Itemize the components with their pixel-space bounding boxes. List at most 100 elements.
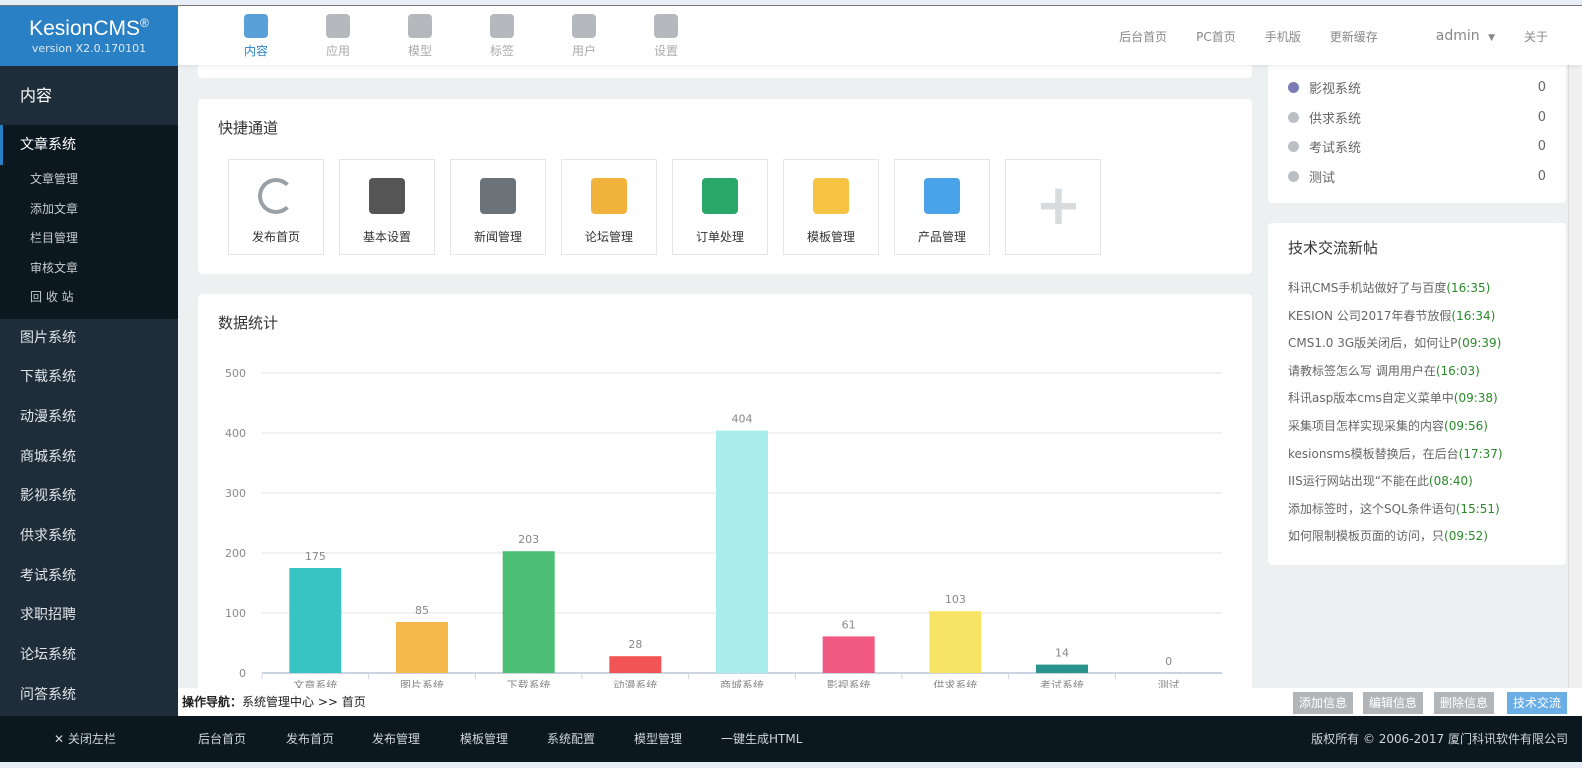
- sidebar-subitem[interactable]: 添加文章: [0, 195, 178, 225]
- bar: [502, 551, 555, 673]
- bar: [929, 611, 982, 673]
- sidebar-item-system[interactable]: 图片系统: [0, 319, 178, 359]
- quick-item[interactable]: 基本设置: [339, 159, 435, 255]
- bar: [716, 430, 768, 673]
- gear-icon: [654, 14, 678, 38]
- tab-gear[interactable]: 设置: [625, 6, 707, 59]
- sidebar-subitem[interactable]: 回 收 站: [0, 283, 178, 313]
- quick-item[interactable]: 新闻管理: [450, 159, 546, 255]
- tab-apps[interactable]: 应用: [297, 6, 379, 59]
- post-link[interactable]: 采集项目怎样实现采集的内容(09:56): [1288, 417, 1546, 445]
- newspaper-icon: [480, 178, 516, 214]
- sidebar-item-system[interactable]: 下载系统: [0, 358, 178, 398]
- tab-label: 内容: [243, 44, 268, 58]
- bar: [609, 656, 662, 673]
- system-name: 考试系统: [1309, 141, 1362, 157]
- post-link[interactable]: IIS运行网站出现“不能在此(08:40): [1288, 472, 1546, 500]
- sidebar-item-system[interactable]: 商城系统: [0, 438, 178, 478]
- x-tick-label: 考试系统: [1040, 679, 1084, 688]
- y-tick-label: 300: [225, 487, 246, 500]
- system-count-row: 供求系统 0: [1288, 103, 1546, 133]
- footer-link[interactable]: 模板管理: [460, 716, 508, 762]
- link-update-cache[interactable]: 更新缓存: [1330, 28, 1378, 45]
- post-time: (09:38): [1453, 391, 1498, 406]
- link-about[interactable]: 关于: [1524, 28, 1548, 45]
- link-mobile[interactable]: 手机版: [1265, 28, 1301, 45]
- quick-item[interactable]: +: [1005, 159, 1101, 255]
- sidebar: 内容 文章系统 文章管理 添加文章 栏目管理 审核文章回 收 站 图片系统 下载系统 动漫…: [0, 65, 178, 718]
- tab-label: 用户: [571, 44, 596, 58]
- tab-inbox[interactable]: 内容: [215, 6, 297, 59]
- post-time: (09:56): [1444, 418, 1488, 433]
- system-count: 0: [1537, 139, 1546, 155]
- posts-title: 技术交流新帖: [1288, 239, 1379, 257]
- sidebar-subitem[interactable]: 栏目管理: [0, 224, 178, 254]
- quick-item[interactable]: 论坛管理: [561, 159, 657, 255]
- sidebar-item-system[interactable]: 动漫系统: [0, 398, 178, 438]
- post-link[interactable]: 如何限制模板页面的访问，只(09:52): [1288, 527, 1546, 555]
- quick-item[interactable]: 订单处理: [672, 159, 768, 255]
- add-info-button[interactable]: 添加信息: [1293, 692, 1354, 714]
- link-pc-home[interactable]: PC首页: [1196, 28, 1236, 45]
- close-sidebar-button[interactable]: ✕ 关闭左栏: [54, 716, 116, 762]
- user-icon: [572, 14, 596, 38]
- tech-exchange-button[interactable]: 技术交流: [1507, 692, 1568, 714]
- data-label: 404: [732, 413, 753, 426]
- sidebar-item-system[interactable]: 供求系统: [0, 517, 178, 557]
- caret-down-icon: ▼: [1488, 33, 1495, 43]
- sidebar-item-article-system[interactable]: 文章系统: [0, 125, 178, 165]
- data-label: 28: [628, 638, 642, 651]
- post-link[interactable]: CMS1.0 3G版关闭后，如何让P(09:39): [1288, 334, 1546, 362]
- sidebar-item-system[interactable]: 求职招聘: [0, 596, 178, 636]
- delete-info-button[interactable]: 删除信息: [1434, 692, 1495, 714]
- tab-bookmark[interactable]: 标签: [461, 6, 543, 59]
- edit-info-button[interactable]: 编辑信息: [1363, 692, 1424, 714]
- sidebar-item-system[interactable]: 问答系统: [0, 676, 178, 716]
- quick-item[interactable]: 发布首页: [228, 159, 324, 255]
- bar: [396, 622, 448, 673]
- tab-user[interactable]: 用户: [543, 6, 625, 59]
- post-link[interactable]: 科讯asp版本cms自定义菜单中(09:38): [1288, 389, 1546, 417]
- breadcrumb[interactable]: 系统管理中心 >> 首页: [242, 695, 366, 709]
- posts-panel: 技术交流新帖 科讯CMS手机站做好了与百度(16:35) KESION 公司201…: [1268, 223, 1566, 565]
- post-time: (16:35): [1446, 281, 1491, 295]
- system-count-row: 影视系统 0: [1288, 73, 1546, 103]
- cube-icon: [408, 14, 432, 38]
- footer-link[interactable]: 发布首页: [286, 716, 334, 762]
- post-link[interactable]: 添加标签时，这个SQL条件语句(15:51): [1288, 500, 1546, 528]
- tab-cube[interactable]: 模型: [379, 6, 461, 59]
- sidebar-item-system[interactable]: 论坛系统: [0, 636, 178, 676]
- user-menu[interactable]: admin ▼: [1407, 28, 1495, 44]
- post-link[interactable]: 请教标签怎么写 调用用户在(16:03): [1288, 362, 1546, 390]
- quick-item-label: 订单处理: [695, 230, 744, 244]
- post-time: (16:34): [1451, 308, 1496, 323]
- footer-link[interactable]: 发布管理: [372, 716, 420, 762]
- sidebar-item-system[interactable]: 影视系统: [0, 477, 178, 517]
- footer-link[interactable]: 后台首页: [198, 716, 246, 762]
- post-link[interactable]: KESION 公司2017年春节放假(16:34): [1288, 307, 1546, 335]
- footer-link[interactable]: 系统配置: [547, 716, 595, 762]
- post-title: 请教标签怎么写 调用用户在: [1288, 363, 1436, 378]
- link-admin-home[interactable]: 后台首页: [1119, 28, 1167, 45]
- quick-item[interactable]: 模板管理: [783, 159, 879, 255]
- bar: [289, 568, 342, 673]
- sidebar-item-system[interactable]: 考试系统: [0, 557, 178, 597]
- scrollbar[interactable]: [1568, 65, 1582, 688]
- y-tick-label: 500: [225, 367, 246, 380]
- close-icon: ✕: [54, 732, 65, 746]
- x-tick-label: 影视系统: [827, 678, 871, 688]
- footer-link[interactable]: 模型管理: [634, 716, 682, 762]
- sidebar-subitem[interactable]: 审核文章: [0, 254, 178, 284]
- post-link[interactable]: kesionsms模板替换后，在后台(17:37): [1288, 445, 1546, 473]
- sidebar-subitem[interactable]: 文章管理: [0, 165, 178, 195]
- post-link[interactable]: 科讯CMS手机站做好了与百度(16:35): [1288, 279, 1546, 307]
- tab-label: 标签: [489, 44, 514, 58]
- post-time: (09:39): [1457, 336, 1502, 351]
- dot-icon: [1288, 111, 1299, 123]
- quick-item-label: 新闻管理: [473, 230, 522, 244]
- card-top-remnant: [198, 65, 1252, 78]
- quick-item[interactable]: 产品管理: [894, 159, 990, 255]
- footer-link[interactable]: 一键生成HTML: [721, 716, 802, 762]
- post-title: 添加标签时，这个SQL条件语句: [1288, 501, 1456, 516]
- data-label: 103: [945, 593, 966, 606]
